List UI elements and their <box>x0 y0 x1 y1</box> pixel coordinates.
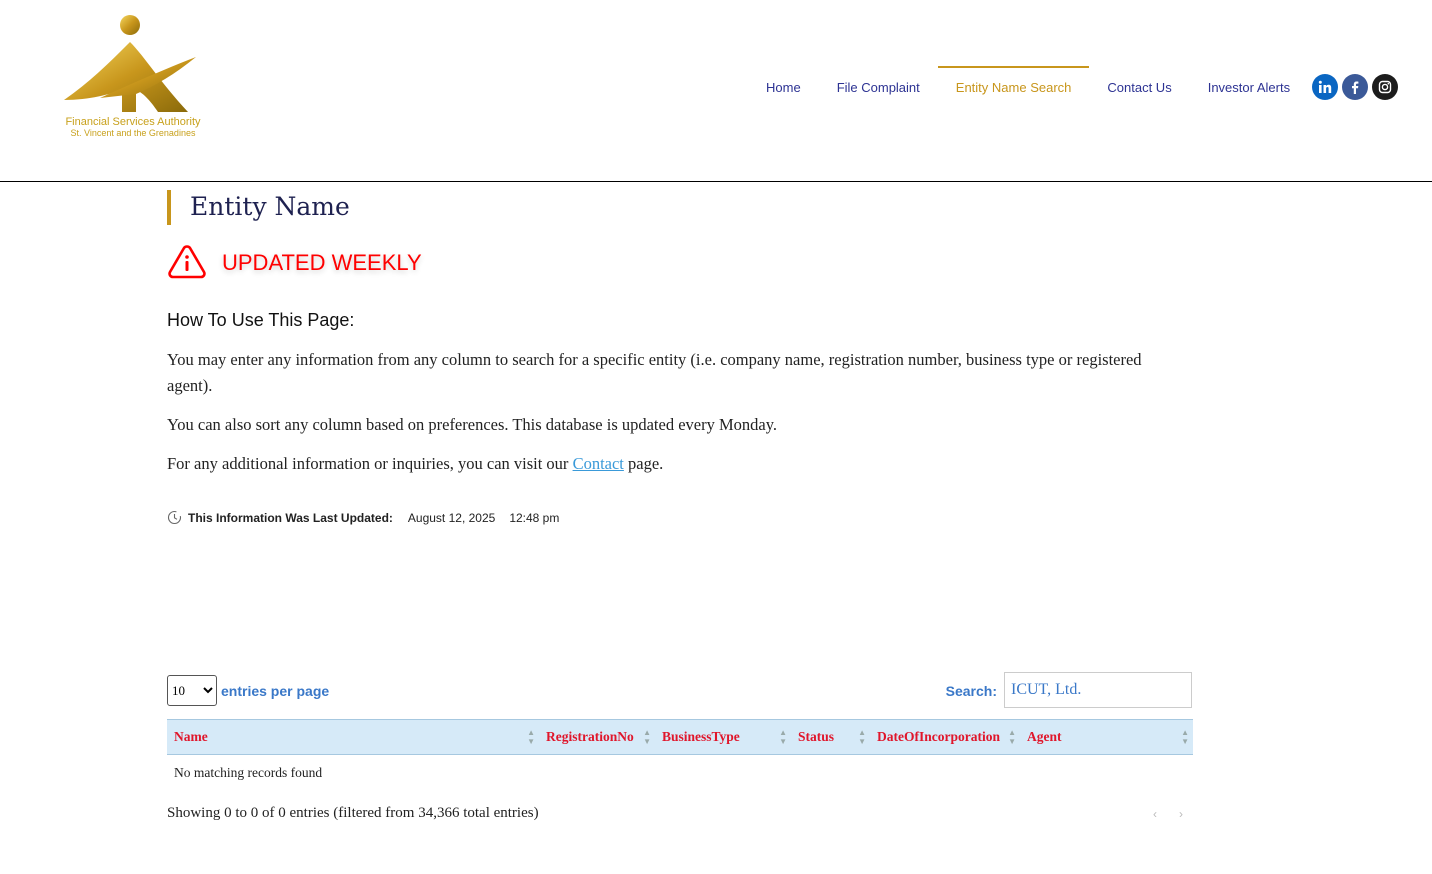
nav-entity-name-search[interactable]: Entity Name Search <box>937 66 1090 108</box>
warning-icon <box>168 245 206 279</box>
howto-heading: How To Use This Page: <box>167 310 355 330</box>
linkedin-icon <box>1318 80 1332 93</box>
sort-icon: ▲ ▼ <box>858 728 866 746</box>
instagram-link[interactable] <box>1372 74 1398 100</box>
instructions-paragraph-3: For any additional information or inquir… <box>167 451 1177 477</box>
title-block: Entity Name <box>167 190 1193 225</box>
social-links <box>1312 74 1398 100</box>
fsa-logo[interactable]: Financial Services Authority St. Vincent… <box>50 12 216 140</box>
entity-table: Name ▲ ▼ RegistrationNo ▲ ▼ BusinessType ▲ ▼ S… <box>167 719 1193 791</box>
pagination: ‹ › <box>1153 807 1183 821</box>
page-title: Entity Name <box>190 192 350 221</box>
update-notice: UPDATED WEEKLY <box>167 243 422 283</box>
nav-investor-alerts[interactable]: Investor Alerts <box>1190 66 1308 108</box>
sort-icon: ▲ ▼ <box>779 728 787 746</box>
main-nav: Home File Complaint Entity Name Search C… <box>748 66 1308 108</box>
fsa-logo-icon <box>64 15 196 112</box>
instagram-icon <box>1378 80 1392 94</box>
sort-icon: ▲ ▼ <box>1181 728 1189 746</box>
table-row: No matching records found <box>167 755 1193 792</box>
page-length-select[interactable]: 10 <box>167 675 217 706</box>
column-header-registrationno[interactable]: RegistrationNo ▲ ▼ <box>539 719 655 755</box>
clock-history-icon <box>167 510 182 525</box>
column-header-status[interactable]: Status ▲ ▼ <box>791 719 870 755</box>
nav-contact-us[interactable]: Contact Us <box>1089 66 1189 108</box>
table-info: Showing 0 to 0 of 0 entries (filtered fr… <box>167 805 539 821</box>
column-header-name[interactable]: Name ▲ ▼ <box>167 719 539 755</box>
search-label: Search: <box>945 683 997 699</box>
main-content: Entity Name UPDATED WEEKLY How To Use Th… <box>167 190 1193 821</box>
table-controls: 10 entries per page Search: <box>167 672 1193 712</box>
column-header-agent[interactable]: Agent ▲ ▼ <box>1020 719 1193 755</box>
logo-line1: Financial Services Authority <box>65 116 201 128</box>
page-length-label: entries per page <box>221 683 330 699</box>
sort-icon: ▲ ▼ <box>643 728 651 746</box>
para3-text-before: For any additional information or inquir… <box>167 454 573 473</box>
nav-file-complaint[interactable]: File Complaint <box>819 66 938 108</box>
table-header-row: Name ▲ ▼ RegistrationNo ▲ ▼ BusinessType ▲ ▼ S… <box>167 719 1193 755</box>
instructions-paragraph-2: You can also sort any column based on pr… <box>167 415 778 434</box>
nav-home[interactable]: Home <box>748 66 819 108</box>
notice-text: UPDATED WEEKLY <box>222 250 422 275</box>
column-header-dateofincorporation[interactable]: DateOfIncorporation ▲ ▼ <box>870 719 1020 755</box>
updated-label: This Information Was Last Updated: <box>188 510 393 525</box>
updated-time: 12:48 pm <box>509 510 560 525</box>
last-updated: This Information Was Last Updated: Augus… <box>167 510 559 525</box>
next-page-button[interactable]: › <box>1179 807 1183 821</box>
facebook-icon <box>1352 81 1359 94</box>
empty-table-message: No matching records found <box>174 765 323 780</box>
sort-icon: ▲ ▼ <box>1008 728 1016 746</box>
previous-page-button[interactable]: ‹ <box>1153 807 1157 821</box>
facebook-link[interactable] <box>1342 74 1368 100</box>
contact-link[interactable]: Contact <box>573 454 624 473</box>
updated-date: August 12, 2025 <box>407 510 496 525</box>
column-header-businesstype[interactable]: BusinessType ▲ ▼ <box>655 719 791 755</box>
linkedin-link[interactable] <box>1312 74 1338 100</box>
logo-line2: St. Vincent and the Grenadines <box>70 128 196 138</box>
instructions-paragraph-1: You may enter any information from any c… <box>167 350 1142 395</box>
site-header: Financial Services Authority St. Vincent… <box>0 0 1432 182</box>
sort-icon: ▲ ▼ <box>527 728 535 746</box>
para3-text-after: page. <box>623 454 664 473</box>
search-input[interactable] <box>1004 672 1192 708</box>
